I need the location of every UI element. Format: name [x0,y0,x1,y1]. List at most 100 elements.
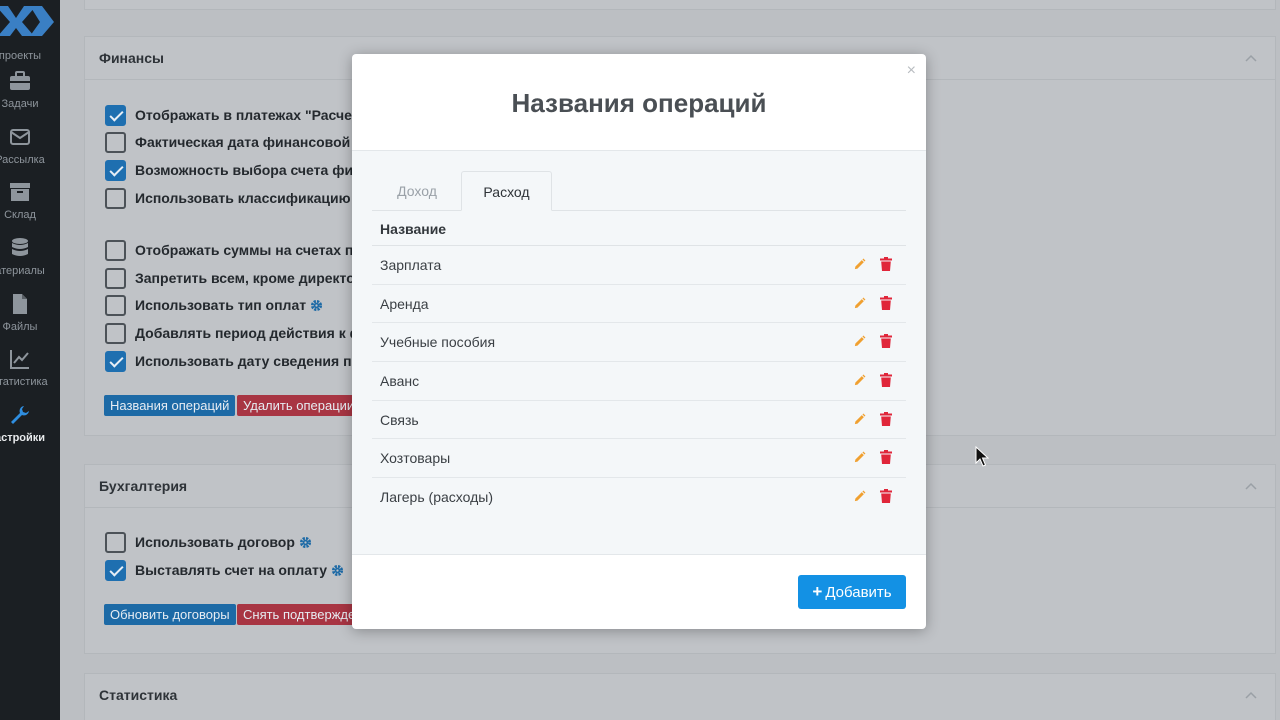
checkbox[interactable] [105,187,126,209]
finance-option[interactable]: Возможность выбора счета фин [105,159,362,181]
row-name: Хозтовары [380,450,451,467]
table-row: Учебные пособия [372,323,906,363]
checkbox[interactable] [105,559,126,581]
gear-icon[interactable] [331,564,344,577]
sidebar-item-label: Склад [4,209,36,221]
trash-icon[interactable] [880,334,892,349]
finance-option[interactable]: Использовать дату сведения по [105,350,360,372]
finance-option[interactable]: Фактическая дата финансовой о [105,131,363,153]
table-row: Аванс [372,362,906,401]
chevron-up-icon[interactable] [1245,689,1257,701]
close-icon[interactable]: × [907,62,916,80]
pencil-icon[interactable] [853,335,866,348]
checkbox[interactable] [105,239,126,261]
pencil-icon[interactable] [853,451,866,464]
unconfirm-button[interactable]: Снять подтвержде [237,604,362,625]
accounting-option[interactable]: Использовать договор [105,531,312,553]
pencil-icon[interactable] [853,413,866,426]
table-row: Лагерь (расходы) [372,478,906,517]
option-label: Использовать классификацию о [135,190,364,206]
checkbox[interactable] [105,350,126,372]
briefcase-icon [10,71,30,90]
chevron-up-icon[interactable] [1245,480,1257,492]
accounting-option[interactable]: Выставлять счет на оплату [105,559,344,581]
checkbox[interactable] [105,531,126,553]
delete-operations-button[interactable]: Удалить операции [237,395,361,416]
checkbox[interactable] [105,104,126,126]
tab-bar: Доход Расход [372,171,906,211]
modal-body: Доход Расход Название Зарплата Аренда Уч… [352,150,926,555]
trash-icon[interactable] [880,489,892,504]
chevron-up-icon[interactable] [1245,52,1257,64]
checkbox[interactable] [105,131,126,153]
finance-option[interactable]: Добавлять период действия к ф [105,322,362,344]
checkbox[interactable] [105,322,126,344]
statistics-panel: Статистика [84,673,1276,720]
trash-icon[interactable] [880,373,892,388]
trash-icon[interactable] [880,257,892,271]
trash-icon[interactable] [880,411,892,426]
table-row: Связь [372,401,906,440]
pencil-icon[interactable] [853,374,866,387]
sidebar-item-warehouse[interactable]: Склад [0,181,60,231]
finance-option[interactable]: Использовать классификацию о [105,187,363,209]
trash-icon[interactable] [880,450,892,465]
update-contracts-button[interactable]: Обновить договоры [104,604,236,625]
trash-icon[interactable] [880,295,892,310]
table-row: Аренда [372,285,906,324]
sidebar-item-settings[interactable]: астройки [0,404,60,454]
archive-icon [10,183,30,201]
panel-title: Бухгалтерия [99,478,188,494]
sidebar-item-materials[interactable]: атериалы [0,237,60,287]
sidebar-item-mailing[interactable]: Рассылка [0,126,60,176]
sidebar-item-label: Файлы [2,321,38,333]
operations-table: Название Зарплата Аренда Учебные пособия… [372,212,906,517]
sidebar-item-tasks[interactable]: Задачи [0,70,60,120]
wrench-icon [11,406,29,424]
pencil-icon[interactable] [853,490,866,503]
finance-option[interactable]: Отображать в платежах "Расчет [105,104,359,126]
sidebar-item-label: статистика [0,376,48,388]
sidebar: проекты Задачи Рассылка Склад атериалы Ф… [0,0,60,720]
option-label: Отображать в платежах "Расчет [135,107,359,123]
top-panel [84,0,1276,10]
row-name: Аренда [380,295,429,312]
panel-title: Статистика [99,687,178,703]
finance-option[interactable]: Использовать тип оплат [105,294,323,316]
option-label: Использовать договор [135,534,295,550]
chart-line-icon [10,350,29,369]
sidebar-item-label: проекты [0,50,42,62]
option-label: Возможность выбора счета фин [135,162,362,178]
tab-expense[interactable]: Расход [461,171,552,211]
finance-option[interactable]: Отображать суммы на счетах пр [105,239,362,261]
operation-names-button[interactable]: Названия операций [104,395,236,416]
sidebar-item-files[interactable]: Файлы [0,293,60,343]
gear-icon[interactable] [299,536,312,549]
option-label: Отображать суммы на счетах пр [135,242,362,258]
file-icon [13,294,27,314]
tab-income[interactable]: Доход [372,171,462,211]
sidebar-item-label: астройки [0,432,46,444]
sidebar-item-label: Рассылка [0,154,45,166]
checkbox[interactable] [105,159,126,181]
option-label: Добавлять период действия к ф [135,325,362,341]
plus-icon: + [812,582,823,601]
checkbox[interactable] [105,294,126,316]
pencil-icon[interactable] [853,297,866,310]
panel-title: Финансы [99,50,164,66]
finance-option[interactable]: Запретить всем, кроме директо [105,267,355,289]
option-label: Выставлять счет на оплату [135,562,328,578]
pencil-icon[interactable] [853,258,866,271]
row-name: Лагерь (расходы) [380,489,493,506]
add-button[interactable]: + Добавить [798,575,906,609]
sidebar-item-statistics[interactable]: статистика [0,348,60,398]
row-name: Учебные пособия [380,334,496,351]
modal-title: Названия операций [511,88,767,118]
gear-icon[interactable] [310,299,323,312]
option-label: Использовать тип оплат [135,297,307,313]
add-button-label: Добавить [825,584,892,601]
checkbox[interactable] [105,267,126,289]
sidebar-item-label: атериалы [0,265,45,277]
sidebar-item-projects[interactable]: проекты [0,22,60,72]
row-name: Зарплата [380,257,442,273]
